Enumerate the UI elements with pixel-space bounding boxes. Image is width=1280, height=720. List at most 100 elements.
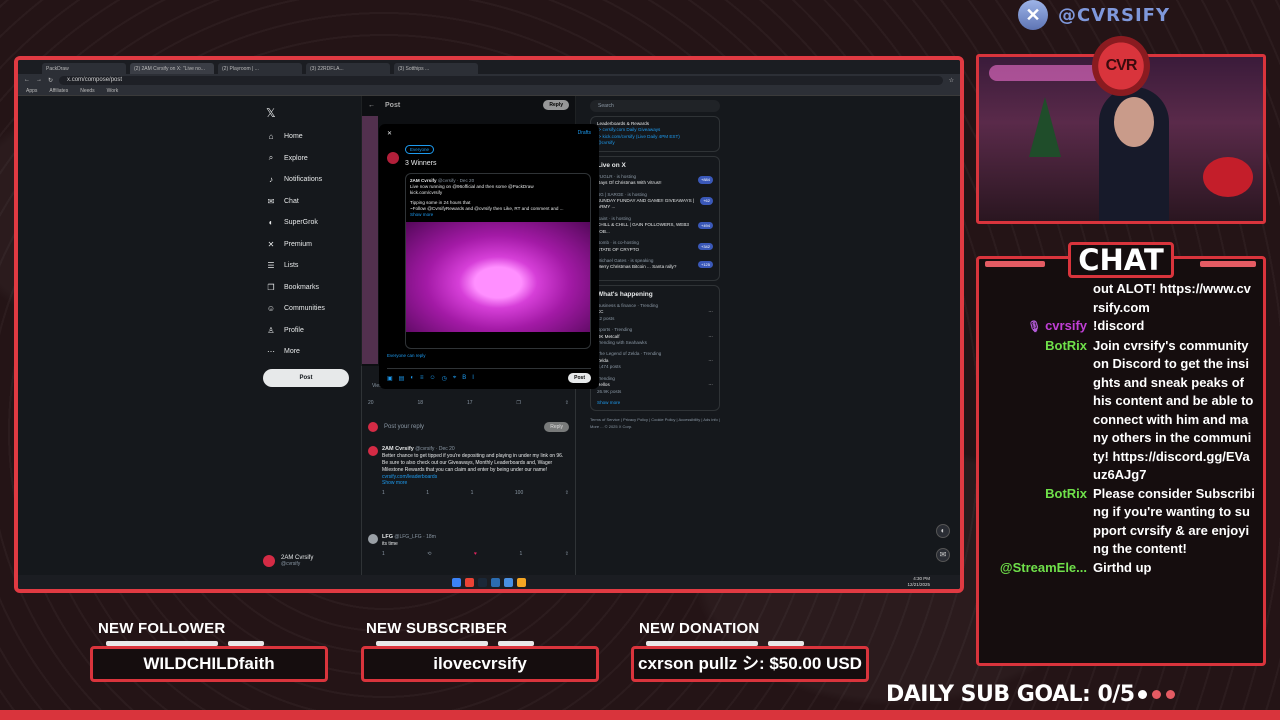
image-icon[interactable]: ▣ — [387, 375, 393, 382]
star-icon[interactable]: ☆ — [949, 77, 954, 84]
bookmark-item[interactable]: Needs — [80, 88, 94, 94]
x-logo-icon: ✕ — [1018, 0, 1048, 30]
reply-permission[interactable]: Everyone can reply — [387, 353, 591, 358]
show-more-link[interactable]: Show more — [382, 480, 569, 487]
browser-tab[interactable]: (3) Sotthips ... — [394, 63, 478, 74]
show-more-link[interactable]: Show more — [597, 400, 713, 406]
app-icon[interactable] — [504, 577, 513, 587]
url-input[interactable]: x.com/compose/post — [59, 75, 943, 85]
reply-count[interactable]: 1 — [382, 490, 385, 497]
reply-tweet[interactable]: 2AM Cvrsify @cvrsify · Dec 20 Better cha… — [368, 446, 569, 497]
more-icon[interactable]: ⋯ — [708, 358, 713, 364]
reply-submit-button[interactable]: Reply — [544, 422, 569, 432]
tweet-text: Better chance to get tipped if you're de… — [382, 453, 564, 473]
nav-communities[interactable]: ☺ Communities — [263, 298, 353, 320]
compose-textarea[interactable]: 3 Winners — [405, 160, 591, 167]
poll-icon[interactable]: ≡ — [420, 375, 424, 381]
steam-icon[interactable] — [478, 577, 487, 587]
nav-notifications[interactable]: ♪ Notifications — [263, 169, 353, 191]
live-space[interactable]: Michael Gates · is speaking Merry Christm… — [597, 258, 713, 271]
compose-toolbar: ▣ ▤ ◐ ≡ ☺ ◷ ⌖ B I Post — [387, 368, 591, 383]
more-icon[interactable]: ⋯ — [708, 309, 713, 315]
close-icon[interactable]: ✕ — [387, 130, 392, 137]
bookmark-item[interactable]: Affiliates — [49, 88, 68, 94]
share-icon[interactable]: ⇪ — [565, 400, 569, 406]
reply-count[interactable]: 1 — [382, 551, 385, 558]
bookmark-icon[interactable]: ❐ — [516, 400, 520, 406]
bookmark-item[interactable]: Apps — [26, 88, 37, 94]
account-switcher[interactable]: 2AM Cvrsify @cvrsify — [263, 555, 313, 567]
footer-links[interactable]: Terms of Service | Privacy Policy | Cook… — [590, 417, 720, 430]
drafts-link[interactable]: Drafts — [578, 130, 591, 137]
x-logo-icon[interactable]: 𝕏 — [266, 106, 353, 120]
grok-icon[interactable]: ◐ — [410, 375, 414, 381]
bookmark-item[interactable]: Work — [107, 88, 119, 94]
view-count[interactable]: 100 — [515, 490, 523, 497]
location-icon[interactable]: ⌖ — [453, 375, 456, 382]
live-space[interactable]: Bomb · is co-hosting STATE OF CRYPTO +342 — [597, 240, 713, 253]
like-icon[interactable]: ♥ — [474, 551, 477, 558]
live-space[interactable]: Saint · is hosting CHILL & CHILL | GAIN F… — [597, 216, 713, 235]
nav-supergrok[interactable]: ◐ SuperGrok — [263, 212, 353, 234]
back-icon[interactable]: ← — [24, 77, 30, 83]
bold-icon[interactable]: B — [462, 375, 466, 381]
gif-icon[interactable]: ▤ — [399, 375, 405, 382]
nav-more[interactable]: ⋯ More — [263, 341, 353, 363]
nav-bookmarks[interactable]: ❐ Bookmarks — [263, 277, 353, 299]
nav-premium[interactable]: ✕ Premium — [263, 234, 353, 256]
browser-tab[interactable]: (2) Playroom | ... — [218, 63, 302, 74]
trend-item[interactable]: The Legend of Zelda · Trending Zelda 8,474… — [597, 351, 713, 370]
browser-tab-active[interactable]: (2) 2AM Cvrsify on X: "Live no... — [130, 63, 214, 74]
view-count[interactable]: 1 — [520, 551, 523, 558]
italic-icon[interactable]: I — [472, 375, 474, 381]
live-space[interactable]: FUGLR · is hosting Days Of Christmas With… — [597, 174, 713, 187]
audience-selector[interactable]: Everyone — [405, 145, 435, 154]
reply-count[interactable]: 20 — [368, 400, 374, 406]
grok-icon: ◐ — [268, 218, 274, 228]
reply-input[interactable]: Post your reply — [384, 424, 424, 430]
grok-icon[interactable]: ◐ — [936, 524, 950, 538]
alert-deco-bar — [376, 641, 488, 646]
nav-label: SuperGrok — [284, 219, 318, 227]
chrome-icon[interactable] — [465, 577, 474, 587]
show-more-link[interactable]: Show more — [410, 212, 586, 218]
nav-label: Communities — [284, 305, 325, 313]
live-space[interactable]: BG | SARGE · is hosting SUNDAY FUNDAY AND… — [597, 192, 713, 211]
browser-tab[interactable]: (3) 22RDFLA... — [306, 63, 390, 74]
messages-icon[interactable]: ✉ — [936, 548, 950, 562]
nav-label: Bookmarks — [284, 283, 320, 291]
more-icon[interactable]: ⋯ — [708, 382, 713, 388]
nav-explore[interactable]: ⌕ Explore — [263, 148, 353, 170]
chat-text: Join cvrsify's community on Discord to g… — [1093, 337, 1254, 483]
trend-item[interactable]: Trending Hellos 26.9K posts ⋯ — [597, 376, 713, 395]
post-button[interactable]: Post — [263, 368, 349, 387]
reply-tweet[interactable]: LFG @LFG_LFG · 18m its time 1 ⟲ ♥ 1 ⇪ — [368, 534, 569, 558]
like-count[interactable]: 1 — [471, 490, 474, 497]
trend-meta: Business & finance · Trending — [597, 302, 659, 308]
schedule-icon[interactable]: ◷ — [442, 375, 447, 382]
trend-item[interactable]: Sports · Trending DK Metcalf Trending with… — [597, 327, 713, 346]
like-count[interactable]: 17 — [467, 400, 473, 406]
trend-item[interactable]: Business & finance · Trending XC 12 posts ⋯ — [597, 303, 713, 322]
search-input[interactable]: Search — [590, 100, 720, 112]
reload-icon[interactable]: ↻ — [48, 77, 53, 84]
folder-icon[interactable] — [517, 577, 526, 587]
forward-icon[interactable]: → — [36, 77, 42, 83]
bio-line[interactable]: @cvrsify — [597, 140, 713, 146]
repost-icon[interactable]: ⟲ — [427, 551, 431, 558]
nav-profile[interactable]: ♙ Profile — [263, 320, 353, 342]
tweet-link[interactable]: cvrsify.com/leaderboards — [382, 474, 569, 481]
repost-count[interactable]: 1 — [426, 490, 429, 497]
browser-tab[interactable]: PackDraw — [42, 63, 126, 74]
repost-count[interactable]: 18 — [417, 400, 423, 406]
share-icon[interactable]: ⇪ — [565, 551, 569, 558]
emoji-icon[interactable]: ☺ — [429, 375, 435, 381]
nav-lists[interactable]: ☰ Lists — [263, 255, 353, 277]
nav-home[interactable]: ⌂ Home — [263, 126, 353, 148]
nav-chat[interactable]: ✉ Chat — [263, 191, 353, 213]
more-icon[interactable]: ⋯ — [708, 334, 713, 340]
app-icon[interactable] — [491, 577, 500, 587]
windows-start-icon[interactable] — [452, 577, 461, 587]
share-icon[interactable]: ⇪ — [565, 490, 569, 497]
post-submit-button[interactable]: Post — [568, 373, 591, 383]
